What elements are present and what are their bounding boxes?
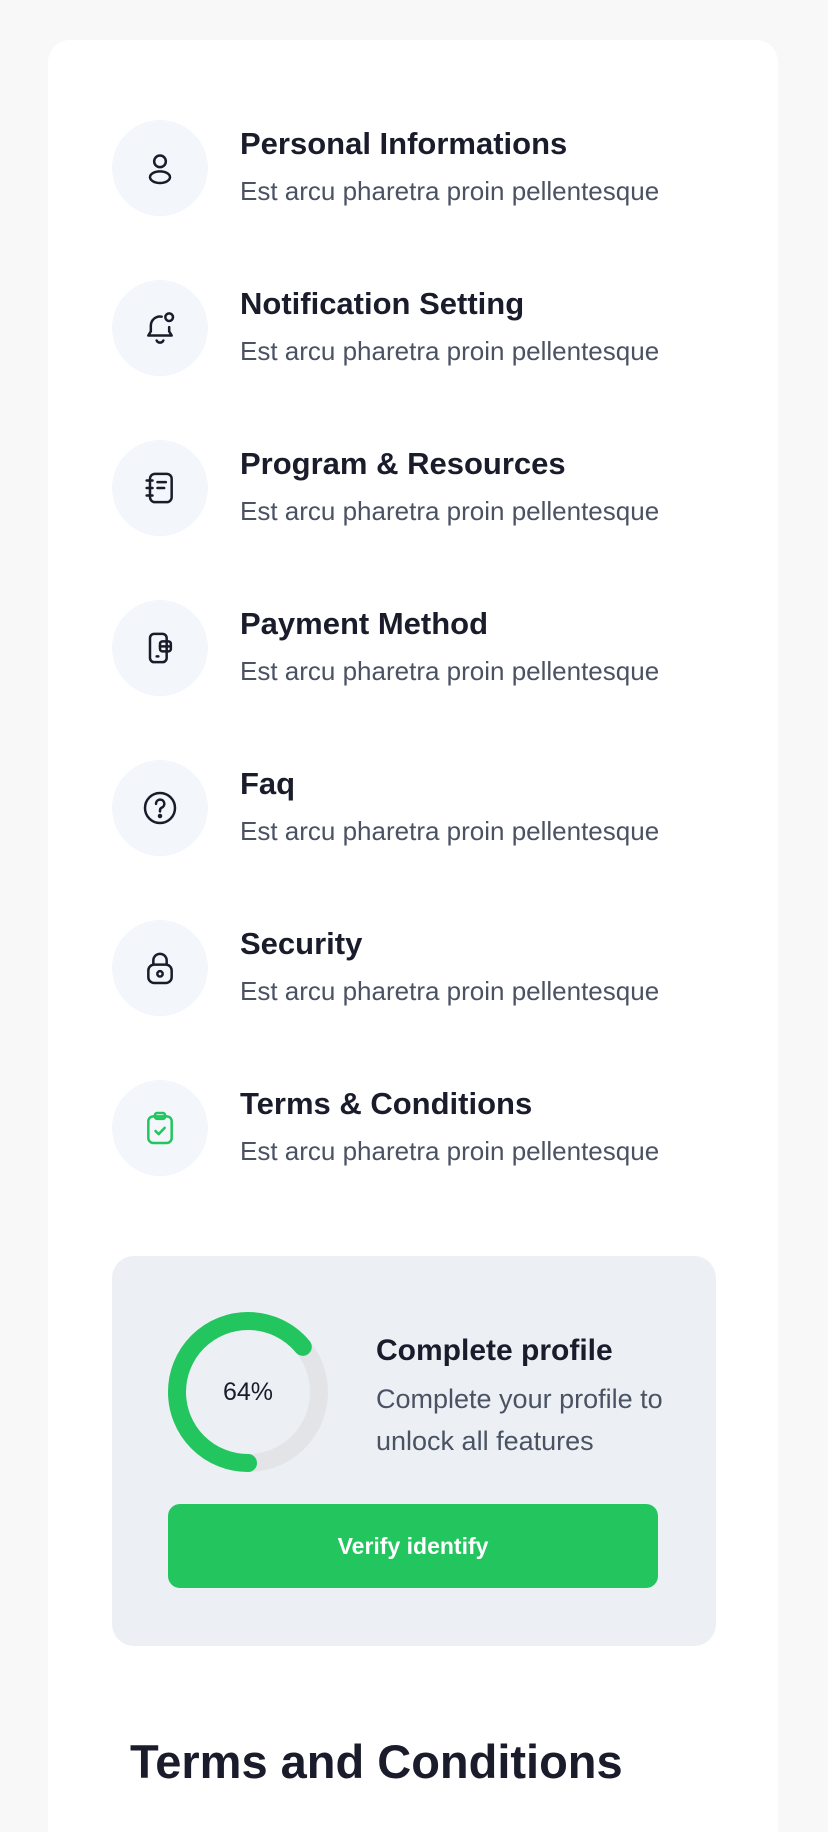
menu-item-subtitle: Est arcu pharetra proin pellentesque [240, 816, 660, 846]
complete-profile-panel: 64% Complete profile Complete your profi… [112, 1256, 716, 1646]
verify-identity-button[interactable]: Verify identify [168, 1504, 658, 1588]
section-heading: Terms and Conditions [130, 1735, 623, 1788]
menu-item-title: Faq [240, 766, 296, 801]
menu-item-subtitle: Est arcu pharetra proin pellentesque [240, 1136, 660, 1166]
lock-icon [147, 952, 173, 985]
progress-percent: 64% [222, 1377, 274, 1406]
menu-item-program-resources[interactable]: Program & Resources Est arcu pharetra pr… [112, 440, 732, 600]
menu-item-terms-conditions[interactable]: Terms & Conditions Est arcu pharetra pro… [112, 1080, 732, 1240]
wallet-phone-icon [148, 632, 173, 664]
settings-card: Personal Informations Est arcu pharetra … [48, 40, 778, 1832]
clipboard-check-icon [147, 1111, 173, 1145]
menu-item-notification-setting[interactable]: Notification Setting Est arcu pharetra p… [112, 280, 732, 440]
menu-item-faq[interactable]: Faq Est arcu pharetra proin pellentesque [112, 760, 732, 920]
menu-item-title: Notification Setting [240, 286, 525, 321]
menu-item-personal-informations[interactable]: Personal Informations Est arcu pharetra … [112, 120, 732, 280]
menu-item-security[interactable]: Security Est arcu pharetra proin pellent… [112, 920, 732, 1080]
profile-description: Complete your profile to unlock all feat… [376, 1384, 663, 1456]
menu-item-title: Program & Resources [240, 446, 566, 481]
menu-item-payment-method[interactable]: Payment Method Est arcu pharetra proin p… [112, 600, 732, 760]
menu-item-subtitle: Est arcu pharetra proin pellentesque [240, 976, 660, 1006]
menu-item-title: Security [240, 926, 363, 961]
profile-title: Complete profile [376, 1334, 613, 1367]
menu-item-subtitle: Est arcu pharetra proin pellentesque [240, 496, 660, 526]
notebook-icon [145, 472, 173, 504]
user-icon [148, 154, 172, 185]
menu-item-subtitle: Est arcu pharetra proin pellentesque [240, 336, 660, 366]
menu-item-subtitle: Est arcu pharetra proin pellentesque [240, 176, 660, 206]
menu-item-subtitle: Est arcu pharetra proin pellentesque [240, 656, 660, 686]
menu-item-title: Personal Informations [240, 126, 568, 161]
menu-item-title: Payment Method [240, 606, 489, 641]
profile-progress-ring: 64% [167, 1311, 329, 1473]
question-circle-icon [143, 791, 177, 825]
settings-menu: Personal Informations Est arcu pharetra … [112, 120, 732, 1240]
menu-item-title: Terms & Conditions [240, 1086, 533, 1121]
bell-icon [147, 312, 175, 344]
